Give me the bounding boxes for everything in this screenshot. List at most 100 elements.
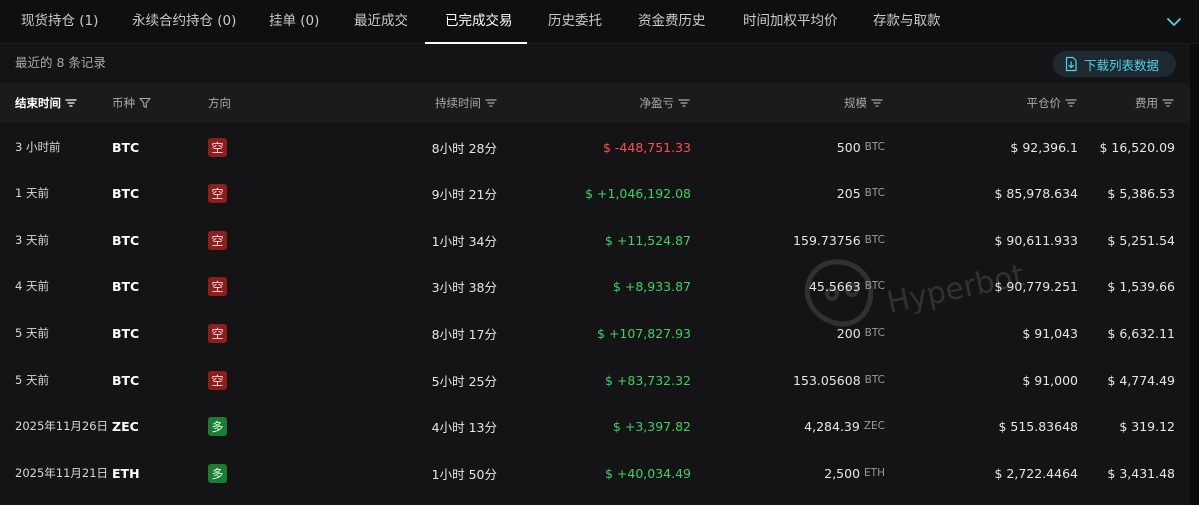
end-time-cell: 3 天前 bbox=[15, 233, 49, 247]
size-value: 4,284.39 bbox=[804, 418, 860, 434]
table-row[interactable]: 3 小时前 BTC 空 8小时 28分 $ -448,751.33 500 BTC $ 92,… bbox=[0, 124, 1190, 170]
duration-cell: 4小时 13分 bbox=[431, 419, 497, 435]
header-pnl[interactable]: 净盈亏 bbox=[590, 83, 690, 123]
header-close-price-label: 平仓价 bbox=[1026, 96, 1062, 110]
coin-cell[interactable]: BTC bbox=[112, 124, 139, 170]
end-time-cell: 2025年11月26日 bbox=[15, 419, 109, 433]
fee-cell: $ 16,520.09 bbox=[1099, 139, 1175, 155]
direction-cell: 空 bbox=[208, 310, 227, 356]
end-time-cell: 3 小时前 bbox=[15, 140, 61, 154]
size-cell: 200 BTC bbox=[740, 310, 885, 356]
coin-cell[interactable]: ETH bbox=[112, 450, 140, 496]
download-list-button[interactable]: 下载列表数据 bbox=[1053, 51, 1176, 77]
tab-deposits-withdrawals[interactable]: 存款与取款 bbox=[873, 0, 941, 44]
direction-badge: 空 bbox=[208, 230, 227, 250]
duration-cell: 8小时 17分 bbox=[431, 326, 497, 342]
fee-cell: $ 1,539.66 bbox=[1107, 278, 1175, 294]
tab-perp-positions[interactable]: 永续合约持仓 (0) bbox=[132, 0, 236, 44]
size-cell: 4,284.39 ZEC bbox=[740, 403, 885, 449]
header-direction: 方向 bbox=[208, 96, 231, 110]
size-unit: ZEC bbox=[863, 420, 885, 432]
table-row[interactable]: 2025年11月26日 ZEC 多 4小时 13分 $ +3,397.82 4,284.3… bbox=[0, 403, 1190, 449]
duration-cell: 1小时 34分 bbox=[431, 233, 497, 249]
tab-funding-history[interactable]: 资金费历史 bbox=[638, 0, 706, 44]
tab-spot-positions[interactable]: 现货持仓 (1) bbox=[21, 0, 98, 44]
pnl-cell: $ +107,827.93 bbox=[597, 325, 691, 341]
tab-twap[interactable]: 时间加权平均价 bbox=[743, 0, 838, 44]
coin-cell[interactable]: BTC bbox=[112, 217, 139, 263]
header-coin[interactable]: 币种 bbox=[112, 83, 151, 123]
size-cell: 205 BTC bbox=[740, 170, 885, 216]
duration-cell: 5小时 25分 bbox=[431, 373, 497, 389]
header-pnl-label: 净盈亏 bbox=[639, 96, 675, 110]
sort-icon bbox=[871, 99, 883, 107]
direction-cell: 空 bbox=[208, 357, 227, 403]
end-time-cell: 1 天前 bbox=[15, 186, 49, 200]
size-value: 45.5663 bbox=[808, 278, 861, 294]
size-cell: 2,500 ETH bbox=[740, 450, 885, 496]
size-unit: BTC bbox=[864, 141, 885, 153]
size-unit: BTC bbox=[864, 327, 885, 339]
table-row[interactable]: 5 天前 BTC 空 5小时 25分 $ +83,732.32 153.05608 BTC $… bbox=[0, 357, 1190, 403]
size-cell: 153.05608 BTC bbox=[740, 357, 885, 403]
header-end-time[interactable]: 结束时间 bbox=[15, 83, 77, 123]
table-row[interactable]: 1 天前 BTC 空 9小时 21分 $ +1,046,192.08 205 BTC $ 85… bbox=[0, 170, 1190, 216]
pnl-cell: $ +8,933.87 bbox=[612, 278, 691, 294]
end-time-cell: 5 天前 bbox=[15, 373, 49, 387]
records-count: 最近的 8 条记录 bbox=[15, 55, 106, 70]
header-fee-label: 费用 bbox=[1135, 96, 1158, 110]
size-unit: BTC bbox=[864, 280, 885, 292]
chevron-down-icon[interactable] bbox=[1162, 10, 1186, 34]
header-duration[interactable]: 持续时间 bbox=[397, 83, 497, 123]
header-size[interactable]: 规模 bbox=[783, 83, 883, 123]
coin-cell[interactable]: BTC bbox=[112, 263, 139, 309]
sort-icon bbox=[1162, 99, 1174, 107]
sort-icon bbox=[65, 99, 77, 107]
table-row[interactable]: 3 天前 BTC 空 1小时 34分 $ +11,524.87 159.73756 BTC $… bbox=[0, 217, 1190, 263]
close-price-cell: $ 91,000 bbox=[1022, 372, 1078, 388]
direction-cell: 多 bbox=[208, 403, 227, 449]
close-price-cell: $ 90,779.251 bbox=[994, 278, 1079, 294]
coin-cell[interactable]: BTC bbox=[112, 310, 139, 356]
size-unit: BTC bbox=[864, 234, 885, 246]
table-row[interactable]: 4 天前 BTC 空 3小时 38分 $ +8,933.87 45.5663 BTC $ 90… bbox=[0, 263, 1190, 309]
header-close-price[interactable]: 平仓价 bbox=[976, 83, 1077, 123]
coin-cell[interactable]: BTC bbox=[112, 170, 139, 216]
fee-cell: $ 319.12 bbox=[1119, 418, 1175, 434]
tab-order-history[interactable]: 历史委托 bbox=[548, 0, 602, 44]
pnl-cell: $ +1,046,192.08 bbox=[585, 185, 691, 201]
scrollbar-track[interactable] bbox=[1190, 44, 1199, 505]
table-row[interactable]: 2025年11月21日 ETH 多 1小时 50分 $ +40,034.49 2,500 E… bbox=[0, 450, 1190, 496]
pnl-cell: $ +11,524.87 bbox=[604, 232, 691, 248]
pnl-cell: $ -448,751.33 bbox=[602, 139, 691, 155]
duration-cell: 8小时 28分 bbox=[431, 140, 497, 156]
direction-badge: 多 bbox=[208, 463, 227, 483]
size-value: 200 bbox=[836, 325, 861, 341]
fee-cell: $ 5,386.53 bbox=[1107, 185, 1175, 201]
header-coin-label: 币种 bbox=[112, 96, 135, 110]
header-duration-label: 持续时间 bbox=[435, 96, 481, 110]
close-price-cell: $ 85,978.634 bbox=[994, 185, 1079, 201]
size-value: 500 bbox=[836, 139, 861, 155]
close-price-cell: $ 91,043 bbox=[1022, 325, 1078, 341]
tab-bar: 现货持仓 (1) 永续合约持仓 (0) 挂单 (0) 最近成交 已完成交易 历史… bbox=[0, 0, 1199, 44]
close-price-cell: $ 515.83648 bbox=[998, 418, 1078, 434]
tab-open-orders[interactable]: 挂单 (0) bbox=[269, 0, 319, 44]
sort-icon bbox=[485, 99, 497, 107]
end-time-cell: 5 天前 bbox=[15, 326, 49, 340]
tab-completed-trades[interactable]: 已完成交易 bbox=[445, 0, 513, 44]
table-row[interactable]: 5 天前 BTC 空 8小时 17分 $ +107,827.93 200 BTC $ 91,0… bbox=[0, 310, 1190, 356]
direction-badge: 空 bbox=[208, 276, 227, 296]
close-price-cell: $ 92,396.1 bbox=[1010, 139, 1078, 155]
tab-recent-fills[interactable]: 最近成交 bbox=[354, 0, 408, 44]
coin-cell[interactable]: BTC bbox=[112, 357, 139, 403]
size-value: 2,500 bbox=[824, 465, 861, 481]
pnl-cell: $ +83,732.32 bbox=[604, 372, 691, 388]
fee-cell: $ 6,632.11 bbox=[1107, 325, 1175, 341]
direction-cell: 多 bbox=[208, 450, 227, 496]
coin-cell[interactable]: ZEC bbox=[112, 403, 139, 449]
header-fee[interactable]: 费用 bbox=[1074, 83, 1174, 123]
direction-cell: 空 bbox=[208, 170, 227, 216]
direction-badge: 多 bbox=[208, 416, 227, 436]
end-time-cell: 2025年11月21日 bbox=[15, 466, 109, 480]
